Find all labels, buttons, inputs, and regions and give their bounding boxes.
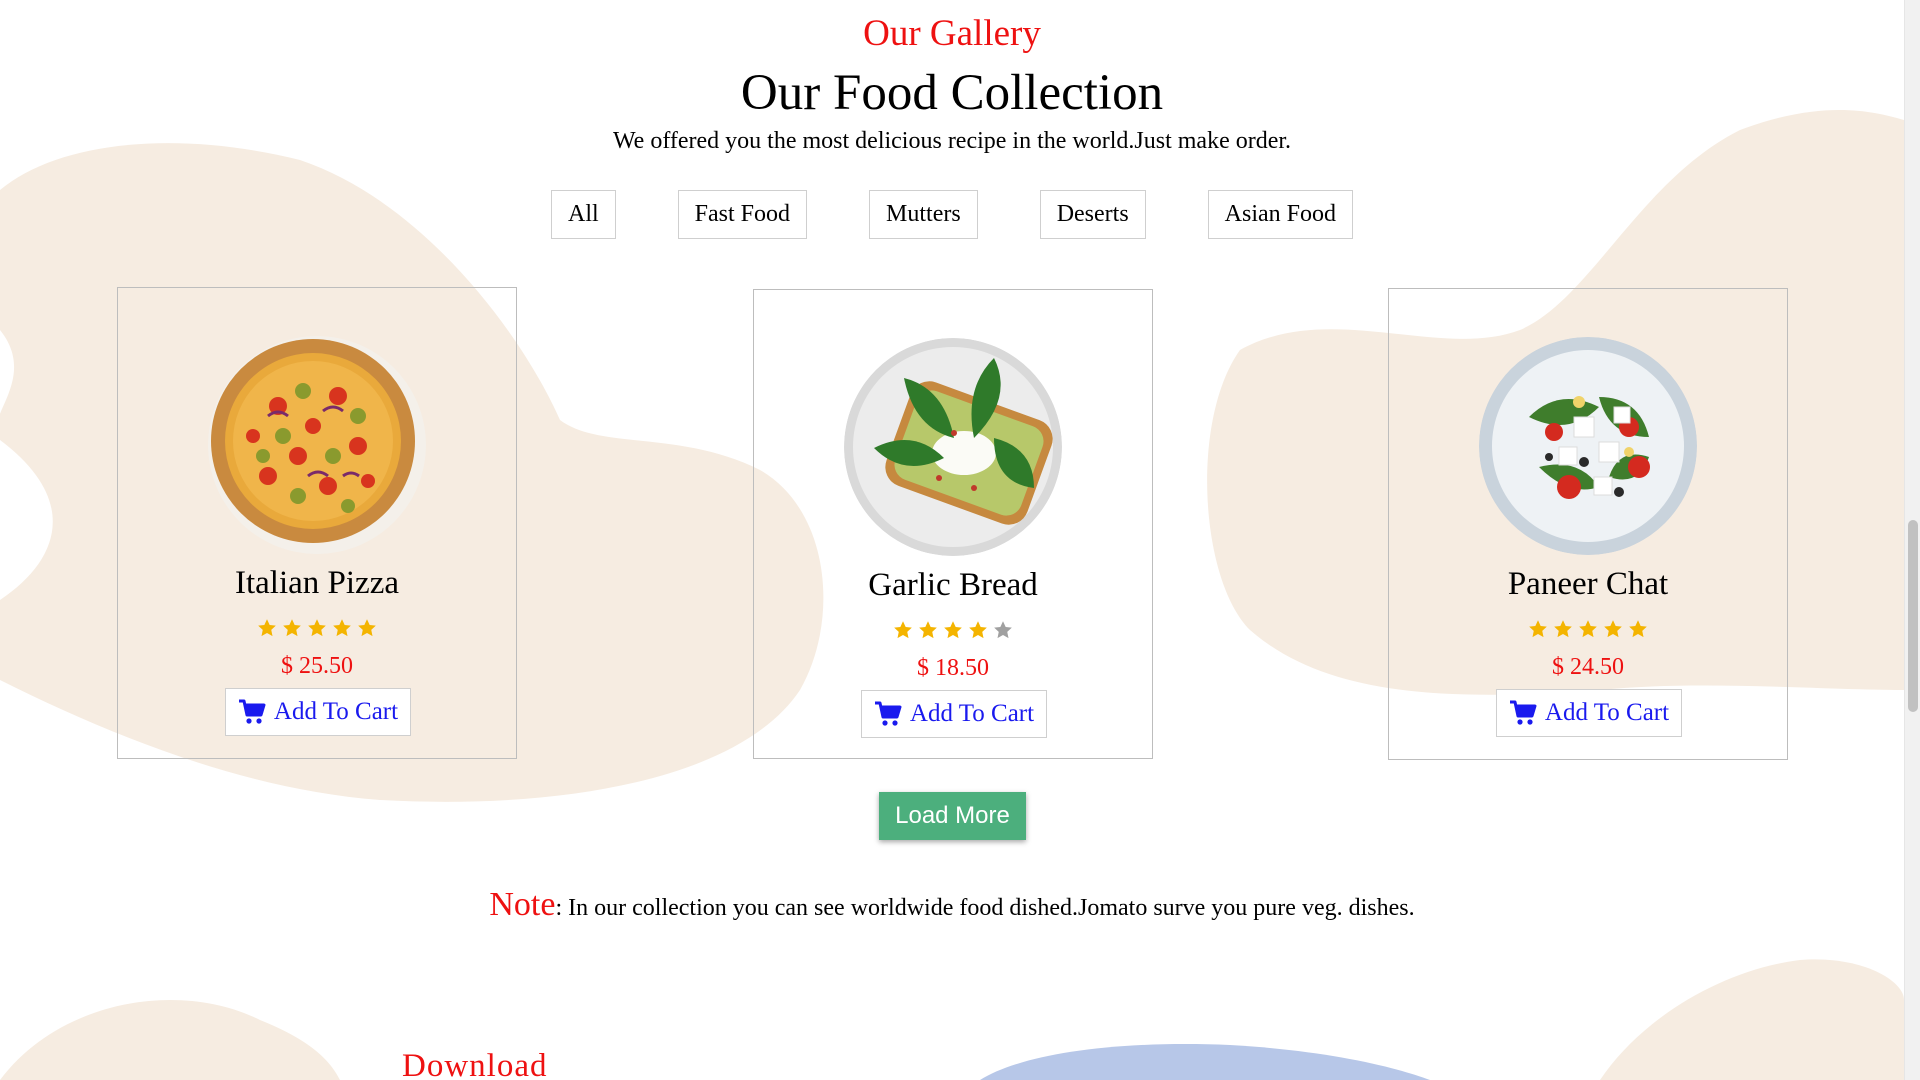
add-to-cart-label: Add To Cart [1544, 699, 1670, 726]
page: Our Gallery Our Food Collection We offer… [0, 0, 1904, 1080]
star-icon [283, 619, 301, 637]
download-heading: Download [402, 1048, 548, 1080]
star-rating [754, 620, 1152, 640]
star-icon [1604, 620, 1622, 638]
add-to-cart-button[interactable]: Add To Cart [1496, 689, 1682, 737]
pizza-image [208, 336, 426, 554]
star-icon [994, 621, 1012, 639]
gallery-subtitle: Our Gallery [863, 13, 1041, 54]
star-icon [1579, 620, 1597, 638]
star-icon [1529, 620, 1547, 638]
product-name: Garlic Bread [868, 567, 1038, 603]
salad-image [1479, 337, 1697, 555]
scrollbar-thumb[interactable] [1908, 520, 1918, 712]
filter-mutters-button[interactable]: Mutters [869, 190, 978, 239]
add-to-cart-button[interactable]: Add To Cart [225, 688, 411, 736]
product-card: Paneer Chat $ 24.50 Add To Cart [1388, 288, 1788, 760]
filter-all-button[interactable]: All [550, 190, 616, 239]
product-name: Paneer Chat [1507, 566, 1669, 602]
note-label: Note [489, 886, 556, 923]
product-price: $ 18.50 [917, 655, 989, 681]
star-rating [1389, 619, 1787, 639]
filter-deserts-button[interactable]: Deserts [1039, 190, 1146, 239]
filter-bar: All Fast Food Mutters Deserts Asian Food [0, 190, 1904, 239]
cart-icon [1509, 700, 1537, 725]
star-icon [308, 619, 326, 637]
vertical-scrollbar[interactable] [1904, 0, 1920, 1080]
note-text: Note: In our collection you can see worl… [0, 886, 1904, 924]
product-card: Italian Pizza $ 25.50 Add To Cart [117, 287, 517, 759]
product-price: $ 25.50 [281, 653, 353, 679]
product-name: Italian Pizza [234, 565, 399, 601]
star-icon [894, 621, 912, 639]
star-icon [258, 619, 276, 637]
load-more-button[interactable]: Load More [879, 792, 1026, 840]
add-to-cart-button[interactable]: Add To Cart [861, 690, 1047, 738]
note-body: : In our collection you can see worldwid… [555, 895, 1415, 921]
star-icon [919, 621, 937, 639]
filter-asian-food-button[interactable]: Asian Food [1207, 190, 1354, 239]
garlic-bread-image [844, 338, 1062, 556]
star-icon [358, 619, 376, 637]
product-card: Garlic Bread $ 18.50 Add To Cart [753, 289, 1153, 759]
cart-icon [238, 699, 266, 724]
star-icon [944, 621, 962, 639]
star-rating [118, 618, 516, 638]
add-to-cart-label: Add To Cart [909, 700, 1035, 727]
product-price: $ 24.50 [1552, 654, 1624, 680]
star-icon [1629, 620, 1647, 638]
gallery-description: We offered you the most delicious recipe… [612, 128, 1292, 154]
star-icon [333, 619, 351, 637]
filter-fast-food-button[interactable]: Fast Food [677, 190, 808, 239]
star-icon [1554, 620, 1572, 638]
star-icon [969, 621, 987, 639]
page-title: Our Food Collection [740, 65, 1164, 121]
cart-icon [874, 701, 902, 726]
add-to-cart-label: Add To Cart [273, 698, 399, 725]
